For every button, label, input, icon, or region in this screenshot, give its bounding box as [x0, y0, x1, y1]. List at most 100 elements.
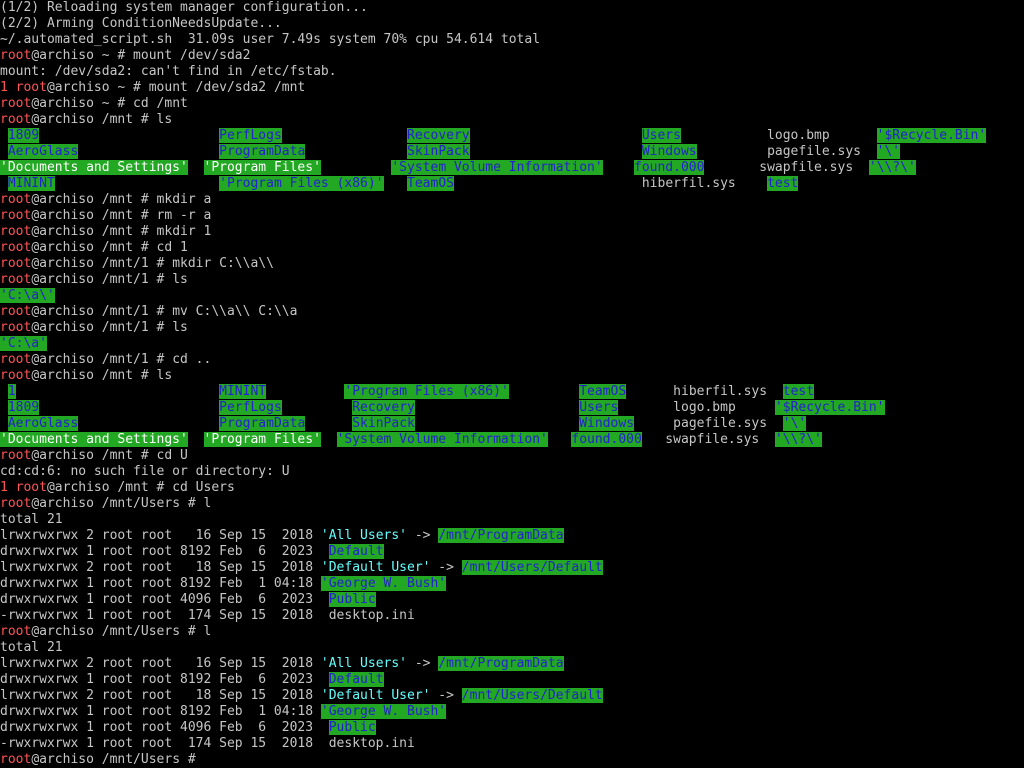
- terminal-text: lrwxrwxrwx 2 root root 18 Sep 15 2018: [0, 688, 321, 703]
- terminal-line: ~/.automated_script.sh 31.09s user 7.49s…: [0, 32, 1024, 48]
- terminal-line: root@archiso /mnt # mkdir 1: [0, 224, 1024, 240]
- terminal-line: drwxrwxrwx 1 root root 4096 Feb 6 2023 P…: [0, 720, 1024, 736]
- terminal-text: @archiso /mnt/1 # ls: [31, 272, 188, 287]
- terminal-line: root@archiso /mnt/1 # mkdir C:\\a\\: [0, 256, 1024, 272]
- terminal-line: -rwxrwxrwx 1 root root 174 Sep 15 2018 d…: [0, 736, 1024, 752]
- terminal-text: cd:cd:6: no such file or directory: U: [0, 464, 290, 479]
- terminal-line: root@archiso /mnt # cd U: [0, 448, 1024, 464]
- terminal-text: @archiso /mnt/1 # mkdir C:\\a\\: [31, 256, 274, 271]
- directory-entry: AeroGlass: [7, 144, 79, 159]
- directory-entry: Users: [579, 400, 619, 415]
- terminal-line: drwxrwxrwx 1 root root 4096 Feb 6 2023 P…: [0, 592, 1024, 608]
- directory-entry: 'Program Files (x86)': [344, 384, 509, 399]
- symlink-target: /mnt/Users/Default: [461, 688, 603, 703]
- directory-entry: 'Program Files': [203, 432, 321, 447]
- terminal-text: -rwxrwxrwx 1 root root 174 Sep 15 2018 d…: [0, 736, 415, 751]
- symlink-name: 'Default User': [320, 688, 431, 703]
- terminal-line: total 21: [0, 640, 1024, 656]
- directory-entry: '\\?\': [774, 432, 822, 447]
- terminal-line: mount: /dev/sda2: can't find in /etc/fst…: [0, 64, 1024, 80]
- prompt-user: root: [0, 96, 32, 111]
- directory-entry: 'C:\a': [0, 336, 47, 351]
- directory-entry: '\\?\': [868, 160, 916, 175]
- directory-entry: Windows: [641, 144, 697, 159]
- prompt-error-status: 1 root: [0, 80, 47, 95]
- terminal-text: (2/2) Arming ConditionNeedsUpdate...: [0, 16, 282, 31]
- terminal-line: 'C:\a': [0, 336, 1024, 352]
- terminal-text: lrwxrwxrwx 2 root root 18 Sep 15 2018: [0, 560, 321, 575]
- terminal-text: @archiso ~ # mount /dev/sda2 /mnt: [46, 80, 306, 95]
- terminal-text: @archiso /mnt/1 # ls: [31, 320, 188, 335]
- terminal-line: drwxrwxrwx 1 root root 8192 Feb 1 04:18 …: [0, 576, 1024, 592]
- directory-entry: SkinPack: [407, 144, 470, 159]
- terminal-text: @archiso /mnt/Users #: [31, 752, 204, 767]
- directory-entry: ProgramData: [219, 144, 306, 159]
- prompt-user: root: [0, 272, 32, 287]
- terminal-line: root@archiso /mnt # ls: [0, 112, 1024, 128]
- symlink-name: 'Default User': [320, 560, 431, 575]
- terminal-text: @archiso /mnt # cd U: [31, 448, 188, 463]
- directory-entry: MININT: [219, 384, 267, 399]
- terminal-line: 1 root@archiso ~ # mount /dev/sda2 /mnt: [0, 80, 1024, 96]
- terminal-line: root@archiso /mnt/1 # ls: [0, 272, 1024, 288]
- terminal-text: swapfile.sys: [641, 432, 775, 447]
- terminal-text: hiberfil.sys: [454, 176, 768, 191]
- terminal-line: root@archiso /mnt/Users # l: [0, 624, 1024, 640]
- directory-entry: 'Documents and Settings': [0, 432, 188, 447]
- directory-entry: Default: [328, 672, 384, 687]
- terminal-text: lrwxrwxrwx 2 root root 16 Sep 15 2018: [0, 528, 321, 543]
- directory-entry: Recovery: [352, 400, 415, 415]
- prompt-user: root: [0, 48, 32, 63]
- terminal-text: hiberfil.sys: [626, 384, 783, 399]
- terminal-text: ->: [430, 688, 462, 703]
- terminal-line: root@archiso /mnt/1 # cd ..: [0, 352, 1024, 368]
- directory-entry: PerfLogs: [219, 128, 282, 143]
- terminal-text: drwxrwxrwx 1 root root 8192 Feb 6 2023: [0, 544, 329, 559]
- terminal-line: 1 MININT 'Program Files (x86)' TeamOS hi…: [0, 384, 1024, 400]
- terminal-text: logo.bmp: [680, 128, 877, 143]
- terminal-text: @archiso ~ # mount /dev/sda2: [31, 48, 251, 63]
- terminal-text: @archiso /mnt # mkdir a: [31, 192, 212, 207]
- directory-entry: 1809: [7, 400, 40, 415]
- directory-entry: Public: [328, 592, 376, 607]
- prompt-user: root: [0, 352, 32, 367]
- directory-entry: TeamOS: [579, 384, 627, 399]
- prompt-user: root: [0, 192, 32, 207]
- terminal-text: ->: [407, 528, 439, 543]
- directory-entry: '$Recycle.Bin': [774, 400, 885, 415]
- terminal-screen[interactable]: (1/2) Reloading system manager configura…: [0, 0, 1024, 768]
- terminal-text: mount: /dev/sda2: can't find in /etc/fst…: [0, 64, 337, 79]
- directory-entry: Users: [641, 128, 681, 143]
- terminal-line: lrwxrwxrwx 2 root root 18 Sep 15 2018 'D…: [0, 688, 1024, 704]
- terminal-line: AeroGlass ProgramData SkinPack Windows p…: [0, 144, 1024, 160]
- terminal-text: @archiso ~ # cd /mnt: [31, 96, 188, 111]
- terminal-line: root@archiso /mnt # cd 1: [0, 240, 1024, 256]
- directory-entry: found.000: [571, 432, 642, 447]
- terminal-text: pagefile.sys: [696, 144, 877, 159]
- terminal-line: 1809 PerfLogs Recovery Users logo.bmp '$…: [0, 128, 1024, 144]
- directory-entry: 'System Volume Information': [391, 160, 603, 175]
- directory-entry: PerfLogs: [219, 400, 282, 415]
- directory-entry: Default: [328, 544, 384, 559]
- directory-entry: '$Recycle.Bin': [876, 128, 987, 143]
